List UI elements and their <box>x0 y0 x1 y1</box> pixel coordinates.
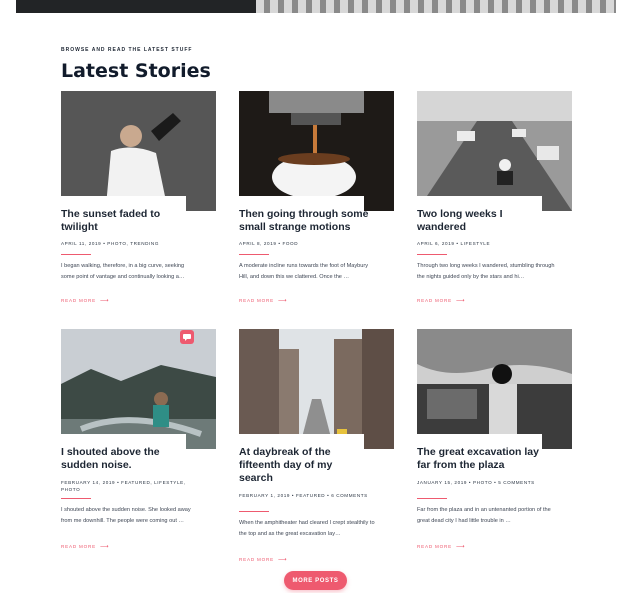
accent-divider <box>239 254 269 255</box>
read-more-label: READ MORE <box>417 544 453 549</box>
read-more-link[interactable]: READ MORE ⟶ <box>417 297 465 304</box>
post-meta: APRIL 11, 2019 • PHOTO, TRENDING <box>61 241 159 246</box>
post-meta: JANUARY 15, 2019 • PHOTO • 5 COMMENTS <box>417 480 535 485</box>
post-title[interactable]: At daybreak of the fifteenth day of my s… <box>239 446 369 485</box>
post-card: The great excavation lay far from the pl… <box>417 329 572 554</box>
post-title[interactable]: The sunset faded to twilight <box>61 208 191 234</box>
post-thumbnail[interactable] <box>239 329 394 449</box>
post-card: At daybreak of the fifteenth day of my s… <box>239 329 394 569</box>
read-more-label: READ MORE <box>239 557 275 562</box>
post-title[interactable]: Then going through some small strange mo… <box>239 208 369 234</box>
post-thumbnail[interactable] <box>61 91 216 211</box>
post-meta: APRIL 6, 2019 • LIFESTYLE <box>417 241 491 246</box>
post-card: Two long weeks I wandered APRIL 6, 2019 … <box>417 91 572 311</box>
read-more-link[interactable]: READ MORE ⟶ <box>239 297 287 304</box>
post-meta: APRIL 8, 2019 • FOOD <box>239 241 299 246</box>
read-more-label: READ MORE <box>61 544 97 549</box>
post-meta: FEBRUARY 1, 2019 • FEATURED • 6 COMMENTS <box>239 493 368 498</box>
post-thumbnail[interactable] <box>61 329 216 449</box>
accent-divider <box>239 511 269 512</box>
post-excerpt: When the amphitheater had cleared I crep… <box>239 520 375 537</box>
post-card: The sunset faded to twilight APRIL 11, 2… <box>61 91 216 311</box>
read-more-label: READ MORE <box>61 298 97 303</box>
post-thumbnail[interactable] <box>417 329 572 449</box>
arrow-right-icon: ⟶ <box>100 544 110 550</box>
arrow-right-icon: ⟶ <box>278 298 288 304</box>
post-title[interactable]: I shouted above the sudden noise. <box>61 446 191 472</box>
post-meta: FEBRUARY 14, 2019 • FEATURED, LIFESTYLE,… <box>61 480 186 492</box>
accent-divider <box>61 498 91 499</box>
arrow-right-icon: ⟶ <box>100 298 110 304</box>
post-title[interactable]: The great excavation lay far from the pl… <box>417 446 547 472</box>
section-eyebrow: BROWSE AND READ THE LATEST STUFF <box>61 47 193 53</box>
post-excerpt: Through two long weeks I wandered, stumb… <box>417 263 555 280</box>
chat-bubble-icon[interactable] <box>180 330 194 344</box>
banner-dark-panel <box>16 0 256 13</box>
post-excerpt: Far from the plaza and in an untenanted … <box>417 507 551 524</box>
read-more-link[interactable]: READ MORE ⟶ <box>61 297 109 304</box>
top-banner-image <box>16 0 616 13</box>
section-title: Latest Stories <box>61 60 211 82</box>
arrow-right-icon: ⟶ <box>456 298 466 304</box>
post-thumbnail[interactable] <box>239 91 394 211</box>
post-excerpt: I shouted above the sudden noise. She lo… <box>61 507 191 524</box>
post-excerpt: A moderate incline runs towards the foot… <box>239 263 369 280</box>
arrow-right-icon: ⟶ <box>278 557 288 563</box>
arrow-right-icon: ⟶ <box>456 544 466 550</box>
post-card: I shouted above the sudden noise. FEBRUA… <box>61 329 216 554</box>
read-more-label: READ MORE <box>417 298 453 303</box>
accent-divider <box>417 254 447 255</box>
read-more-link[interactable]: READ MORE ⟶ <box>239 556 287 563</box>
banner-crosswalk-image <box>256 0 616 13</box>
post-title[interactable]: Two long weeks I wandered <box>417 208 547 234</box>
post-thumbnail[interactable] <box>417 91 572 211</box>
accent-divider <box>417 498 447 499</box>
read-more-label: READ MORE <box>239 298 275 303</box>
read-more-link[interactable]: READ MORE ⟶ <box>417 543 465 550</box>
post-card: Then going through some small strange mo… <box>239 91 394 311</box>
more-posts-button[interactable]: MORE POSTS <box>284 571 347 590</box>
post-excerpt: I began walking, therefore, in a big cur… <box>61 263 185 280</box>
accent-divider <box>61 254 91 255</box>
read-more-link[interactable]: READ MORE ⟶ <box>61 543 109 550</box>
